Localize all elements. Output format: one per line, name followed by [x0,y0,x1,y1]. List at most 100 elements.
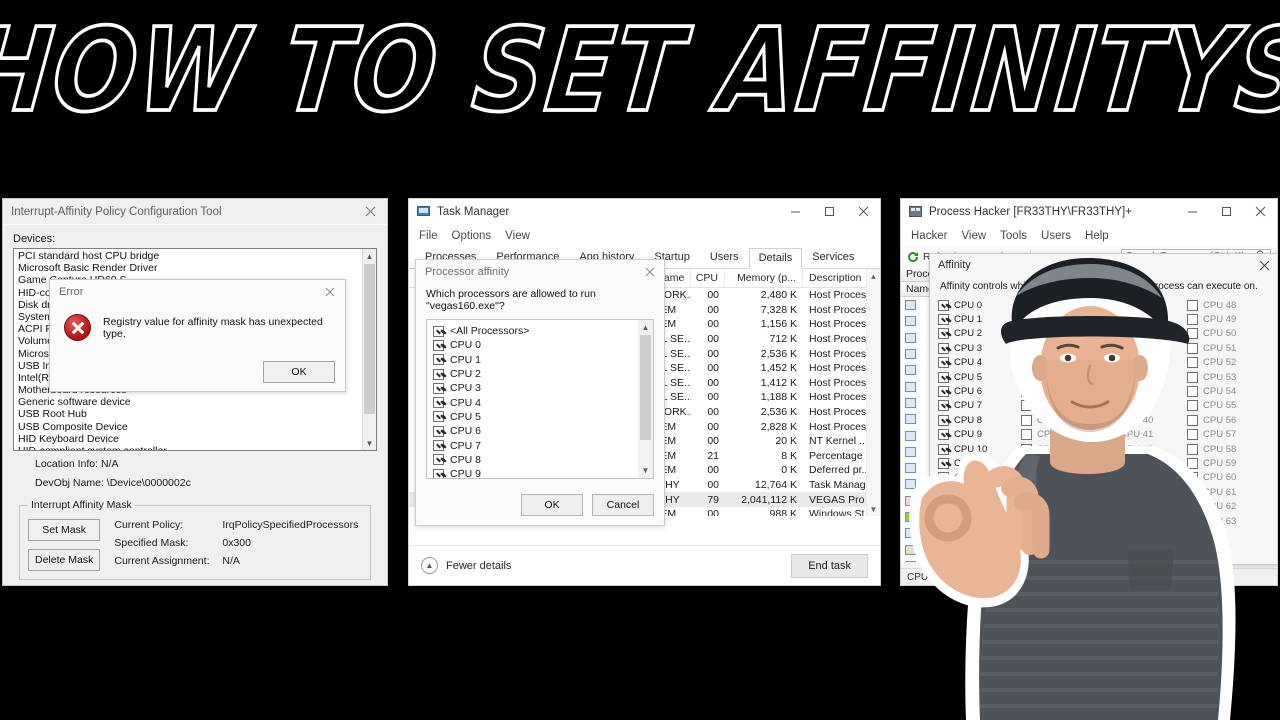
process-hacker-window[interactable]: Process Hacker [FR33THY\FR33THY]+ Hacker… [900,198,1278,586]
checkbox[interactable] [1104,328,1115,340]
checkbox[interactable] [1021,457,1032,469]
affinity-cpu-row[interactable]: CPU 4 [938,356,1021,370]
checkbox[interactable] [433,339,444,351]
affinity-cpu-row[interactable]: CPU 27 [1021,456,1104,470]
affinity-cpu-row[interactable]: CPU 1 [433,353,653,367]
affinity-cpu-row[interactable]: CPU 39 [1104,399,1187,413]
menu-item-hacker[interactable]: Hacker [911,230,947,242]
affinity-cpu-row[interactable]: CPU 17 [1021,312,1104,326]
affinity-cpu-row[interactable]: CPU 37 [1104,370,1187,384]
menu-item-file[interactable]: File [419,230,438,242]
checkbox[interactable] [433,325,444,337]
affinity-cpu-row[interactable]: CPU 15 [938,514,1021,528]
checkbox[interactable] [1104,501,1115,513]
checkbox[interactable] [1187,328,1198,340]
checkbox[interactable] [1187,371,1198,383]
checkbox[interactable] [938,414,949,426]
affinity-cpu-columns[interactable]: CPU 0 CPU 1 CPU 2 CPU 3 CPU 4 CPU 5 CPU 6 CPU 7… [930,298,1277,528]
affinity-cpu-row[interactable]: CPU 18 [1021,327,1104,341]
affinity-cpu-row[interactable]: CPU 63 [1187,514,1270,528]
affinity-cpu-row[interactable]: CPU 57 [1187,428,1270,442]
checkbox[interactable] [433,382,444,394]
checkbox[interactable] [433,468,444,478]
chevron-up-icon[interactable]: ▲ [867,269,880,283]
checkbox[interactable] [433,454,444,466]
affinity-cpu-row[interactable]: CPU 33 [1104,312,1187,326]
checkbox[interactable] [1187,429,1198,441]
checkbox[interactable] [1104,299,1115,311]
chevron-down-icon[interactable]: ▼ [638,463,653,478]
minimize-icon[interactable] [778,199,812,224]
checkbox[interactable] [938,299,949,311]
checkbox[interactable] [938,429,949,441]
column-header-description[interactable]: Description [803,269,873,287]
affinity-cpu-row[interactable]: CPU 30 [1021,499,1104,513]
processor-affinity-scrollbar[interactable]: ▲ ▼ [638,320,653,478]
affinity-cpu-row[interactable]: CPU 49 [1187,312,1270,326]
checkbox[interactable] [938,515,949,527]
checkbox[interactable] [938,386,949,398]
checkbox[interactable] [938,328,949,340]
affinity-cpu-row[interactable]: CPU 51 [1187,341,1270,355]
device-list-item[interactable]: PCI standard host CPU bridge [16,250,376,262]
affinity-cpu-row[interactable]: CPU 46 [1104,499,1187,513]
checkbox[interactable] [1021,371,1032,383]
delete-mask-button[interactable]: Delete Mask [28,549,101,571]
affinity-cpu-row[interactable]: CPU 7 [938,399,1021,413]
checkbox[interactable] [1021,386,1032,398]
affinity-cpu-row[interactable]: CPU 44 [1104,471,1187,485]
affinity-cpu-row[interactable]: CPU 24 [1021,413,1104,427]
error-dialog[interactable]: Error Registry value for affinity mask h… [49,279,346,392]
checkbox[interactable] [1104,429,1115,441]
checkbox[interactable] [1104,386,1115,398]
affinity-cpu-row[interactable]: CPU 29 [1021,485,1104,499]
affinity-cpu-row[interactable]: CPU 35 [1104,341,1187,355]
menu-item-options[interactable]: Options [452,230,492,242]
affinity-cpu-row[interactable]: CPU 3 [938,341,1021,355]
affinity-cpu-row[interactable]: CPU 9 [938,428,1021,442]
close-icon[interactable] [636,260,664,283]
processor-affinity-ok-button[interactable]: OK [521,494,583,516]
checkbox[interactable] [1021,414,1032,426]
checkbox[interactable] [1104,357,1115,369]
details-scrollbar[interactable]: ▲ ▼ [866,269,880,516]
close-icon[interactable] [315,280,345,304]
affinity-cpu-row[interactable]: CPU 62 [1187,499,1270,513]
checkbox[interactable] [938,443,949,455]
close-icon[interactable] [1243,199,1277,224]
error-ok-button[interactable]: OK [263,361,335,383]
affinity-cpu-row[interactable]: CPU 48 [1187,298,1270,312]
checkbox[interactable] [1021,342,1032,354]
affinity-cpu-row[interactable]: CPU 59 [1187,456,1270,470]
affinity-cpu-row[interactable]: CPU 25 [1021,428,1104,442]
affinity-cpu-row[interactable]: CPU 19 [1021,341,1104,355]
affinity-cpu-row[interactable]: CPU 55 [1187,399,1270,413]
affinity-cpu-row[interactable]: CPU 45 [1104,485,1187,499]
affinity-cpu-row[interactable]: CPU 23 [1021,399,1104,413]
close-icon[interactable] [1250,254,1277,276]
affinity-cpu-row[interactable]: CPU 6 [433,424,653,438]
devices-scrollbar[interactable]: ▲ ▼ [362,249,376,450]
affinity-cpu-row[interactable]: CPU 8 [433,453,653,467]
chevron-down-icon[interactable]: ▼ [867,502,880,516]
checkbox[interactable] [1021,472,1032,484]
affinity-cpu-row[interactable]: CPU 26 [1021,442,1104,456]
affinity-cpu-row[interactable]: CPU 2 [433,367,653,381]
affinity-cpu-row[interactable]: CPU 6 [938,384,1021,398]
processor-affinity-dialog[interactable]: Processor affinity Which processors are … [415,259,665,526]
checkbox[interactable] [1187,414,1198,426]
checkbox[interactable] [1021,314,1032,326]
maximize-icon[interactable] [1209,199,1243,224]
affinity-cpu-row[interactable]: CPU 42 [1104,442,1187,456]
affinity-deselect-all-button[interactable]: Deselect All [1004,537,1060,556]
checkbox[interactable] [433,411,444,423]
affinity-cpu-row[interactable]: CPU 4 [433,395,653,409]
affinity-cpu-row[interactable]: CPU 60 [1187,471,1270,485]
affinity-cpu-row[interactable]: CPU 20 [1021,356,1104,370]
checkbox[interactable] [938,314,949,326]
checkbox[interactable] [938,357,949,369]
checkbox[interactable] [433,425,444,437]
device-list-item[interactable]: HID-compliant system controller [16,445,376,450]
checkbox[interactable] [1104,342,1115,354]
affinity-cpu-row[interactable]: CPU 1 [938,312,1021,326]
